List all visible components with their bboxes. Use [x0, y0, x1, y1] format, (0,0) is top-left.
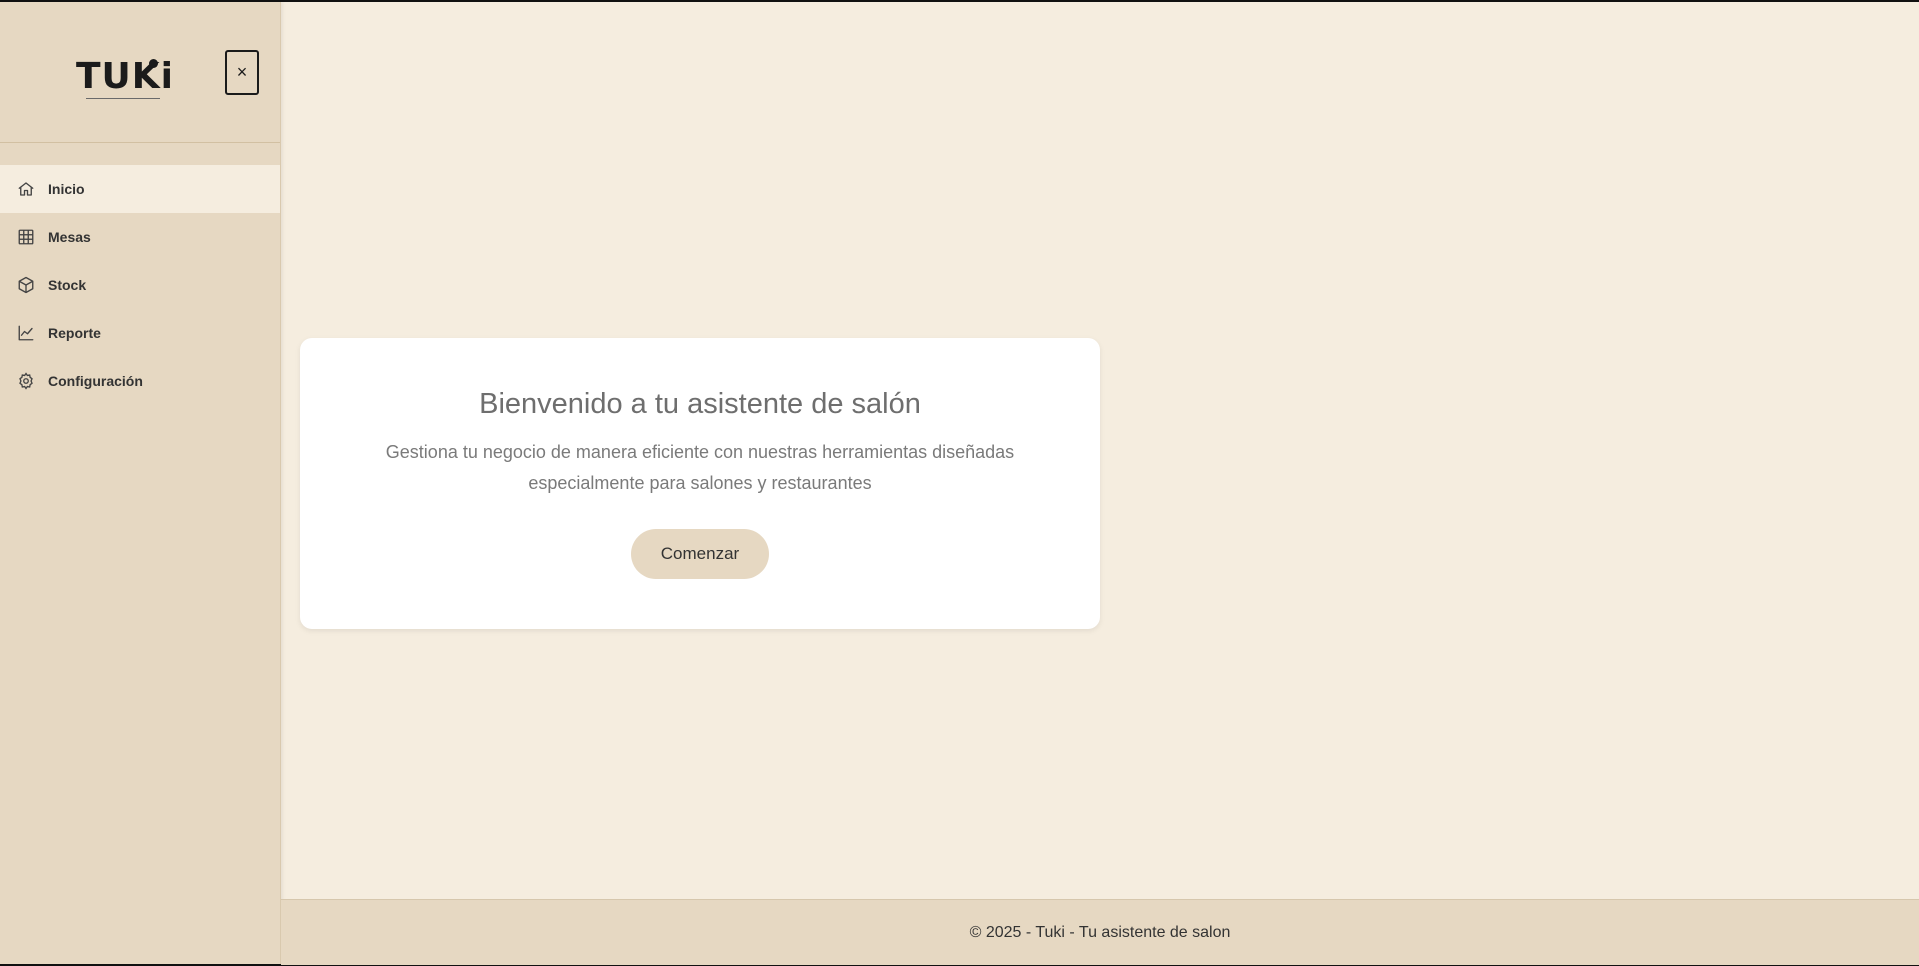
home-icon — [17, 180, 35, 198]
welcome-title: Bienvenido a tu asistente de salón — [479, 388, 921, 420]
sidebar-item-configuracion[interactable]: Configuración — [0, 357, 280, 405]
sidebar-item-stock[interactable]: Stock — [0, 261, 280, 309]
close-icon: × — [236, 62, 248, 82]
box-icon — [17, 276, 35, 294]
start-button[interactable]: Comenzar — [631, 529, 769, 579]
footer: © 2025 - Tuki - Tu asistente de salon — [281, 899, 1919, 965]
sidebar-item-label: Configuración — [48, 373, 143, 389]
chart-line-icon — [17, 324, 35, 342]
sidebar: TUKi × Inicio Mesas Stock Reporte Config… — [0, 2, 281, 964]
grid-icon — [17, 228, 35, 246]
logo-dot — [149, 59, 158, 68]
logo-underline — [86, 98, 160, 99]
sidebar-item-label: Stock — [48, 277, 87, 293]
app-window: TUKi × Inicio Mesas Stock Reporte Config… — [0, 2, 1919, 965]
close-sidebar-button[interactable]: × — [225, 50, 259, 95]
sidebar-header: TUKi × — [0, 2, 280, 143]
sidebar-item-label: Inicio — [48, 181, 85, 197]
sidebar-nav: Inicio Mesas Stock Reporte Configuración — [0, 165, 280, 405]
footer-text: © 2025 - Tuki - Tu asistente de salon — [969, 923, 1231, 941]
sidebar-item-label: Reporte — [48, 325, 101, 341]
sidebar-item-label: Mesas — [48, 229, 91, 245]
main-content: Bienvenido a tu asistente de salón Gesti… — [281, 2, 1919, 899]
gear-icon — [17, 372, 35, 390]
sidebar-item-inicio[interactable]: Inicio — [0, 165, 280, 213]
sidebar-item-reporte[interactable]: Reporte — [0, 309, 280, 357]
welcome-card: Bienvenido a tu asistente de salón Gesti… — [300, 338, 1100, 629]
sidebar-item-mesas[interactable]: Mesas — [0, 213, 280, 261]
welcome-description: Gestiona tu negocio de manera eficiente … — [385, 442, 1015, 493]
